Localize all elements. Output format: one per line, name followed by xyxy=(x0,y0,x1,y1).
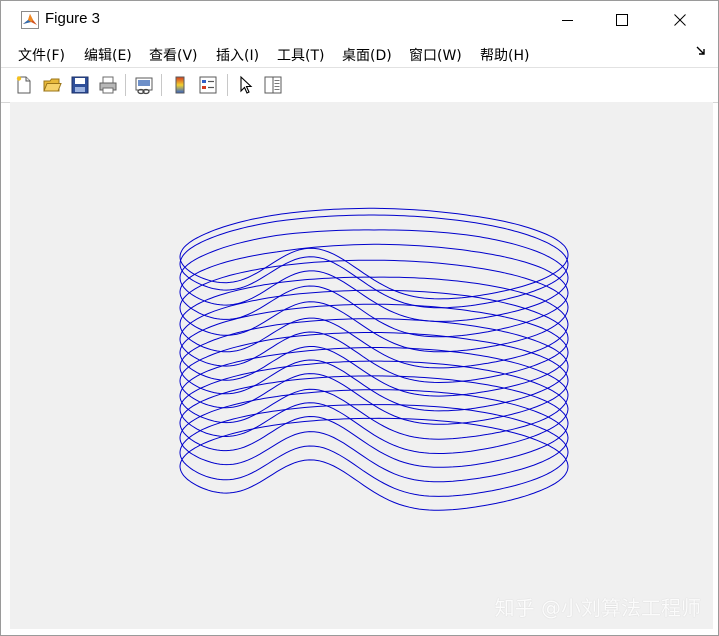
edit-plot-pointer-icon xyxy=(240,75,253,94)
minimize-icon xyxy=(562,20,573,21)
menu-insert[interactable]: 插入(I) xyxy=(216,45,259,65)
link-plot-icon xyxy=(135,77,153,95)
print-icon xyxy=(99,76,117,94)
minimize-button[interactable] xyxy=(539,1,597,39)
new-figure-button[interactable] xyxy=(13,74,35,96)
figure-toolbar xyxy=(1,67,718,103)
surface-ring-line xyxy=(179,229,569,322)
maximize-button[interactable] xyxy=(593,1,651,39)
link-plot-button[interactable] xyxy=(133,74,155,96)
surface-ring-line xyxy=(179,360,569,454)
insert-colorbar-button[interactable] xyxy=(169,74,191,96)
window-title: Figure 3 xyxy=(45,10,101,27)
insert-legend-icon xyxy=(199,76,217,94)
save-button[interactable] xyxy=(69,74,91,96)
menu-bar: 文件(F) 编辑(E) 查看(V) 插入(I) 工具(T) 桌面(D) 窗口(W… xyxy=(1,39,718,67)
surface-ring-line xyxy=(179,207,569,300)
open-file-icon xyxy=(43,78,62,92)
menu-file[interactable]: 文件(F) xyxy=(18,45,65,65)
menu-edit[interactable]: 编辑(E) xyxy=(84,45,132,65)
menu-desktop[interactable]: 桌面(D) xyxy=(342,45,392,65)
dock-arrow-icon[interactable] xyxy=(696,46,706,56)
edit-plot-button[interactable] xyxy=(235,74,257,96)
surface-ring-line xyxy=(179,389,569,483)
toolbar-separator xyxy=(125,74,126,96)
new-figure-icon xyxy=(16,76,31,94)
close-icon xyxy=(674,14,686,26)
surface-ring-line xyxy=(179,214,569,309)
surface-plot[interactable] xyxy=(10,102,713,629)
figure-window: Figure 3 文件(F) 编辑(E) 查看(V) 插入(I) 工具(T) 桌… xyxy=(0,0,719,636)
title-bar[interactable]: Figure 3 xyxy=(1,1,718,39)
close-button[interactable] xyxy=(651,1,709,39)
insert-legend-button[interactable] xyxy=(197,74,219,96)
toolbar-separator xyxy=(227,74,228,96)
watermark-text: 知乎 @小刘算法工程师 xyxy=(494,596,701,620)
surface-ring-line xyxy=(179,417,569,511)
surface-ring-line xyxy=(179,259,569,353)
open-file-button[interactable] xyxy=(41,74,63,96)
menu-window[interactable]: 窗口(W) xyxy=(409,45,462,65)
matlab-logo-icon xyxy=(21,11,39,29)
menu-view[interactable]: 查看(V) xyxy=(149,45,198,65)
print-button[interactable] xyxy=(97,74,119,96)
property-inspector-icon xyxy=(264,76,282,94)
save-icon xyxy=(71,76,89,94)
figure-canvas[interactable]: 知乎 @小刘算法工程师 xyxy=(10,102,713,629)
insert-colorbar-icon xyxy=(175,76,185,94)
menu-help[interactable]: 帮助(H) xyxy=(480,45,529,65)
toolbar-separator xyxy=(161,74,162,96)
maximize-icon xyxy=(616,14,628,26)
property-inspector-button[interactable] xyxy=(262,74,284,96)
menu-tools[interactable]: 工具(T) xyxy=(277,45,324,65)
